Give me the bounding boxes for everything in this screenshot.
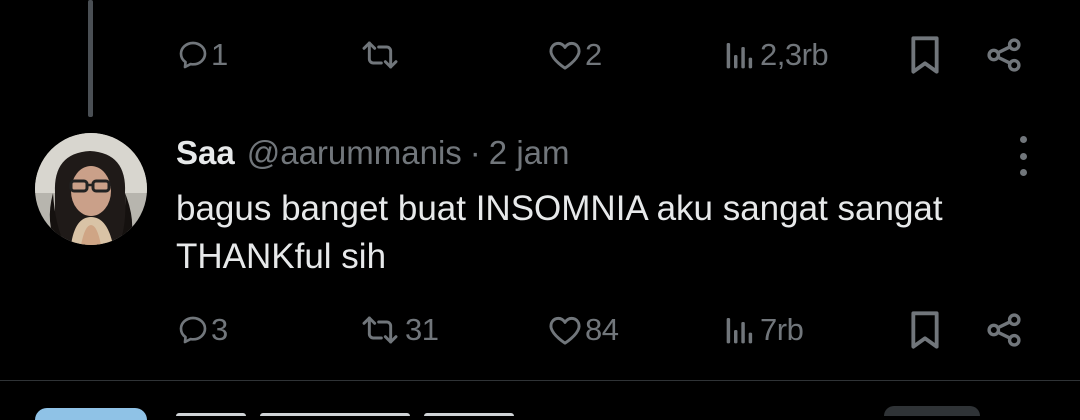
tweet-action-bar: 3 31 84 7rb [0,305,1080,355]
tweet-header: Saa @aarummanis · 2 jam [176,130,570,176]
bookmark-button[interactable] [908,305,942,355]
views-icon [722,314,758,346]
retweet-icon [357,39,403,71]
views-count: 7rb [760,312,804,347]
display-name[interactable]: Saa [176,134,235,172]
like-button[interactable]: 2 [547,30,602,80]
avatar[interactable] [35,133,147,245]
next-tweet-avatar[interactable] [35,408,147,420]
tweet-text-line: THANKful sih [176,237,387,276]
bookmark-icon [908,35,942,75]
timestamp[interactable]: 2 jam [489,134,570,172]
retweet-button[interactable]: 31 [357,305,439,355]
share-icon [985,312,1023,348]
next-tweet-button-peek[interactable] [884,406,980,416]
separator-dot: · [469,134,481,171]
avatar-image [35,133,147,245]
tweet-text-line: bagus banget buat INSOMNIA aku sangat sa… [176,189,943,228]
reply-button[interactable]: 3 [177,305,228,355]
reply-button[interactable]: 1 [177,30,228,80]
like-button[interactable]: 84 [547,305,619,355]
share-icon [985,37,1023,73]
retweet-icon [357,314,403,346]
tweet-divider [0,380,1080,381]
reply-icon [177,314,209,346]
share-button[interactable] [985,30,1023,80]
reply-count: 1 [211,37,228,72]
bookmark-icon [908,310,942,350]
views-button[interactable]: 7rb [722,305,804,355]
reply-icon [177,39,209,71]
more-icon[interactable] [1008,136,1038,176]
views-icon [722,39,758,71]
tweet-text: bagus banget buat INSOMNIA aku sangat sa… [176,185,1046,281]
like-count: 2 [585,37,602,72]
retweet-count: 31 [405,312,439,347]
bookmark-button[interactable] [908,30,942,80]
retweet-button[interactable] [357,30,405,80]
like-count: 84 [585,312,619,347]
heart-icon [547,314,583,346]
user-handle[interactable]: @aarummanis [247,134,462,172]
heart-icon [547,39,583,71]
views-count: 2,3rb [760,37,829,72]
views-button[interactable]: 2,3rb [722,30,829,80]
next-tweet-header-peek [176,408,536,416]
reply-count: 3 [211,312,228,347]
share-button[interactable] [985,305,1023,355]
previous-tweet-action-bar: 1 2 2,3rb [0,30,1080,80]
